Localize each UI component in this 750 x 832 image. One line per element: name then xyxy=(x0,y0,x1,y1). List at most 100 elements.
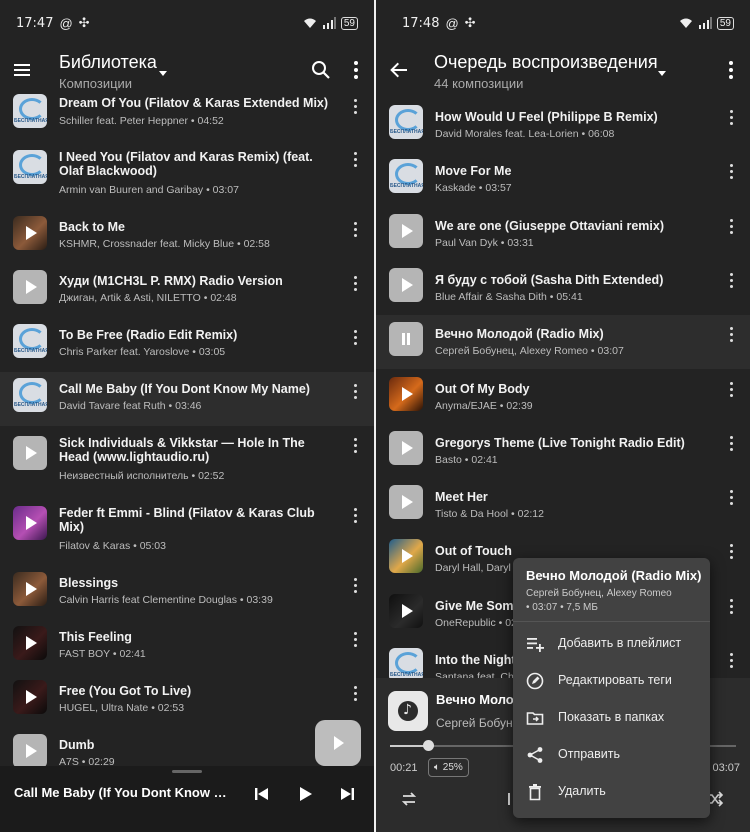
track-meta: Blue Affair & Sasha Dith • 05:41 xyxy=(435,290,583,303)
drag-handle[interactable] xyxy=(172,770,202,773)
more-icon[interactable] xyxy=(354,578,358,594)
app-bar: Библиотека Композиции xyxy=(0,46,374,94)
more-icon[interactable] xyxy=(730,490,734,506)
mini-player[interactable]: Call Me Baby (If You Dont Know My Name) xyxy=(0,766,374,832)
track-row[interactable]: Call Me Baby (If You Dont Know My Name) D… xyxy=(0,372,374,426)
folder-icon xyxy=(526,712,544,725)
queue-count: 44 композиции xyxy=(434,76,524,91)
library-screen: 17:47 @ ✣ 59 Библиотека Композиции Dream… xyxy=(0,0,374,832)
track-row[interactable]: Gregorys Theme (Live Tonight Radio Edit)… xyxy=(376,424,750,478)
menu-item-share[interactable]: Отправить xyxy=(513,737,710,773)
track-meta: Anyma/EJAE • 02:39 xyxy=(435,399,533,412)
more-icon[interactable] xyxy=(354,384,358,400)
track-row[interactable]: Feder ft Emmi - Blind (Filatov & Karas C… xyxy=(0,496,374,566)
search-icon[interactable] xyxy=(309,58,333,82)
menu-track-info: • 03:07 • 7,5 МБ xyxy=(526,602,598,613)
more-icon[interactable] xyxy=(730,544,734,560)
track-row[interactable]: We are one (Giuseppe Ottaviani remix) Pau… xyxy=(376,207,750,261)
more-icon[interactable] xyxy=(354,438,358,454)
menu-item-label: Добавить в плейлист xyxy=(558,636,682,650)
track-title: Out Of My Body xyxy=(435,381,530,396)
track-row[interactable]: Sick Individuals & Vikkstar — Hole In Th… xyxy=(0,426,374,496)
track-title: Blessings xyxy=(59,576,119,590)
track-title: Dumb xyxy=(59,738,95,752)
track-row[interactable]: Out Of My Body Anyma/EJAE • 02:39 xyxy=(376,370,750,424)
more-icon[interactable] xyxy=(730,272,734,289)
more-icon[interactable] xyxy=(730,381,734,398)
track-row[interactable]: Худи (M1CH3L P. RMX) Radio Version Джиган… xyxy=(0,264,374,318)
back-arrow-icon[interactable] xyxy=(387,58,411,82)
more-icon[interactable] xyxy=(354,686,358,702)
play-fab-button[interactable] xyxy=(315,720,361,766)
more-icon[interactable] xyxy=(354,508,358,524)
menu-item-show-in-folders[interactable]: Показать в папках xyxy=(513,700,710,736)
track-row[interactable]: Вечно Молодой (Radio Mix) Сергей Бобунец,… xyxy=(376,315,750,370)
track-row[interactable]: This Feeling FAST BOY • 02:41 xyxy=(0,620,374,674)
page-title: Библиотека xyxy=(59,52,157,72)
more-icon[interactable] xyxy=(730,598,734,615)
menu-icon[interactable] xyxy=(10,58,34,82)
menu-item-delete[interactable]: Удалить xyxy=(513,774,710,810)
more-icon[interactable] xyxy=(730,218,734,235)
menu-track-title: Вечно Молодой (Radio Mix) xyxy=(526,568,702,583)
more-icon[interactable] xyxy=(344,58,368,82)
chevron-down-icon[interactable] xyxy=(658,71,666,76)
elapsed-time: 00:21 xyxy=(390,762,418,774)
track-title: Я буду с тобой (Sasha Dith Extended) xyxy=(435,272,664,287)
more-icon[interactable] xyxy=(354,99,358,115)
track-row[interactable]: Dream Of You (Filatov & Karas Extended M… xyxy=(0,94,374,140)
volume-icon: 🔈︎ xyxy=(434,762,440,773)
track-thumbnail xyxy=(13,436,47,470)
previous-icon[interactable] xyxy=(252,784,272,804)
more-icon[interactable] xyxy=(354,330,358,346)
track-title: Feder ft Emmi - Blind (Filatov & Karas C… xyxy=(59,506,315,534)
track-row[interactable]: I Need You (Filatov and Karas Remix) (fe… xyxy=(0,140,374,210)
total-time: 03:07 xyxy=(712,762,740,774)
now-playing-artist: Сергей Бобунец, Alexey Romeo xyxy=(436,716,516,730)
more-icon[interactable] xyxy=(719,58,743,82)
track-row[interactable]: Move For Me Kaskade • 03:57 xyxy=(376,152,750,206)
menu-item-add-to-playlist[interactable]: Добавить в плейлист xyxy=(513,626,710,662)
seek-thumb[interactable] xyxy=(423,740,435,751)
more-icon[interactable] xyxy=(354,152,358,168)
more-icon[interactable] xyxy=(354,632,358,648)
track-row[interactable]: To Be Free (Radio Edit Remix) Chris Parke… xyxy=(0,318,374,372)
repeat-icon[interactable] xyxy=(400,790,418,808)
track-title: Gregorys Theme (Live Tonight Radio Edit) xyxy=(435,435,685,450)
track-title: Back to Me xyxy=(59,220,125,234)
play-icon[interactable] xyxy=(295,784,315,804)
track-row[interactable]: Я буду с тобой (Sasha Dith Extended) Blue… xyxy=(376,261,750,315)
menu-track-artist: Сергей Бобунец, Alexey Romeo xyxy=(526,588,672,599)
track-thumbnail xyxy=(389,648,423,682)
pause-icon xyxy=(389,322,423,357)
track-row[interactable]: Meet Her Tisto & Da Hool • 02:12 xyxy=(376,478,750,532)
wifi-icon xyxy=(303,18,316,28)
more-icon[interactable] xyxy=(730,327,734,343)
at-icon: @ xyxy=(59,15,73,31)
chevron-down-icon[interactable] xyxy=(159,71,167,76)
track-title: Meet Her xyxy=(435,490,488,505)
more-icon[interactable] xyxy=(354,276,358,292)
more-icon[interactable] xyxy=(730,653,734,669)
status-time: 17:47 xyxy=(16,15,54,31)
more-icon[interactable] xyxy=(730,164,734,180)
menu-item-edit-tags[interactable]: Редактировать теги xyxy=(513,663,710,699)
signal-icon xyxy=(698,17,712,29)
track-row[interactable]: How Would U Feel (Philippe B Remix) David… xyxy=(376,98,750,152)
track-thumbnail xyxy=(389,213,423,248)
battery-icon: 59 xyxy=(716,16,734,30)
menu-item-label: Удалить xyxy=(558,784,606,798)
track-thumbnail xyxy=(13,270,47,304)
status-bar: 17:47 @ ✣ 59 xyxy=(0,0,374,46)
more-icon[interactable] xyxy=(730,435,734,452)
view-selector[interactable]: Композиции xyxy=(59,76,132,91)
track-thumbnail xyxy=(13,324,47,358)
battery-icon: 59 xyxy=(340,16,358,30)
track-row[interactable]: Blessings Calvin Harris feat Clementine D… xyxy=(0,566,374,620)
next-icon[interactable] xyxy=(337,784,357,804)
track-row[interactable]: Free (You Got To Live) HUGEL, Ultra Nate … xyxy=(0,674,374,728)
more-icon[interactable] xyxy=(354,222,358,238)
track-row[interactable]: Back to Me KSHMR, Crossnader feat. Micky … xyxy=(0,210,374,264)
more-icon[interactable] xyxy=(730,110,734,126)
volume-badge[interactable]: 🔈︎ 25% xyxy=(428,758,469,777)
